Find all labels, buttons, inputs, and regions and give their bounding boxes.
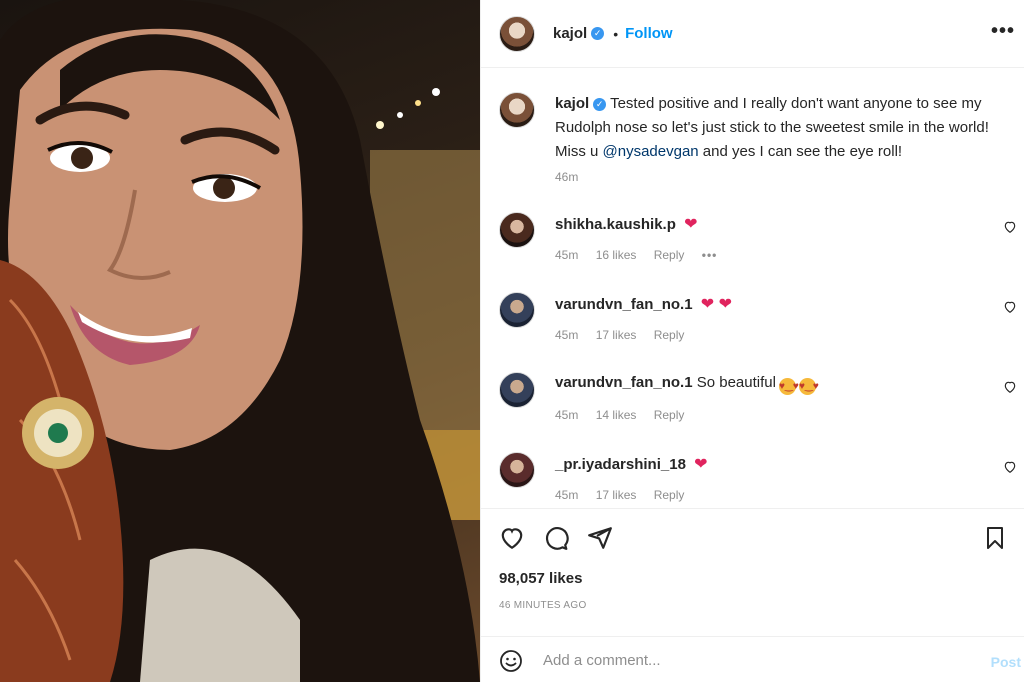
share-icon[interactable]: [587, 525, 613, 551]
post-photo[interactable]: [0, 0, 480, 682]
comment-item: shikha.kaushik.p ❤ 45m 16 likes Reply ••…: [499, 212, 1019, 282]
caption-username[interactable]: kajol: [555, 95, 589, 112]
verified-badge-icon: ✓: [593, 98, 607, 111]
comment-avatar[interactable]: [499, 372, 535, 408]
heart-emoji: ❤: [684, 216, 698, 233]
caption-mention-link[interactable]: @nysadevgan: [603, 143, 699, 160]
comment-username[interactable]: shikha.kaushik.p: [555, 216, 676, 233]
comment-likes[interactable]: 17 likes: [596, 488, 637, 502]
comment-body: So beautiful: [696, 374, 776, 391]
emoji-icon[interactable]: [499, 649, 523, 673]
comment-time: 45m: [555, 248, 579, 262]
like-icon[interactable]: [499, 525, 525, 551]
add-comment-bar: Post: [481, 636, 1024, 682]
comment-likes[interactable]: 17 likes: [596, 328, 637, 342]
separator-dot: •: [613, 25, 619, 42]
comment-meta: 45m 14 likes Reply: [555, 408, 698, 422]
post-header: kajol ✓ • Follow •••: [481, 0, 1024, 68]
comment-meta: 45m 17 likes Reply: [555, 328, 698, 342]
comment-username[interactable]: _pr.iyadarshini_18: [555, 456, 686, 473]
comment-text: shikha.kaushik.p ❤: [555, 214, 697, 234]
comment-like-icon[interactable]: [1003, 460, 1017, 474]
heart-emoji: ❤: [694, 456, 708, 473]
comment-likes[interactable]: 14 likes: [596, 408, 637, 422]
post-actions-bar: [481, 508, 1024, 568]
comment-time: 45m: [555, 328, 579, 342]
comment-like-icon[interactable]: [1003, 380, 1017, 394]
comment-more-icon[interactable]: •••: [702, 248, 718, 262]
reply-button[interactable]: Reply: [654, 488, 685, 502]
comment-avatar[interactable]: [499, 212, 535, 248]
post-timestamp: 46 MINUTES AGO: [499, 600, 587, 611]
reply-button[interactable]: Reply: [654, 408, 685, 422]
comment-meta: 45m 17 likes Reply: [555, 488, 698, 502]
comment-avatar[interactable]: [499, 452, 535, 488]
caption-timestamp: 46m: [555, 170, 579, 184]
comment-item: varundvn_fan_no.1 So beautiful ♥‿♥♥‿♥ 45m…: [499, 372, 1019, 442]
comment-time: 45m: [555, 488, 579, 502]
comment-input[interactable]: [543, 647, 963, 673]
author-avatar[interactable]: [499, 15, 535, 52]
comment-like-icon[interactable]: [1003, 220, 1017, 234]
post-caption: kajol ✓ Tested positive and I really don'…: [499, 92, 1019, 164]
reply-button[interactable]: Reply: [654, 248, 685, 262]
caption-avatar[interactable]: [499, 92, 535, 128]
verified-badge-icon: ✓: [591, 27, 605, 40]
post-detail-panel: kajol ✓ • Follow ••• kajol ✓ Tested posit…: [480, 0, 1024, 682]
reply-button[interactable]: Reply: [654, 328, 685, 342]
caption-text: kajol ✓ Tested positive and I really don'…: [555, 92, 1019, 164]
comment-icon[interactable]: [543, 525, 569, 551]
comment-likes[interactable]: 16 likes: [596, 248, 637, 262]
follow-button[interactable]: Follow: [625, 25, 673, 42]
author-username[interactable]: kajol: [553, 25, 587, 42]
likes-count[interactable]: 98,057 likes: [499, 570, 582, 587]
post-photo-illustration: [0, 0, 480, 682]
comment-username[interactable]: varundvn_fan_no.1: [555, 296, 693, 313]
comment-username[interactable]: varundvn_fan_no.1: [555, 374, 693, 391]
caption-body-end: and yes I can see the eye roll!: [698, 143, 903, 160]
post-comment-button[interactable]: Post: [991, 654, 1021, 670]
heart-emoji: ❤ ❤: [700, 296, 732, 313]
save-icon[interactable]: [983, 525, 1007, 551]
heart-eyes-emoji-icon: ♥‿♥: [778, 378, 799, 395]
heart-eyes-emoji-icon: ♥‿♥: [798, 378, 819, 395]
comment-meta: 45m 16 likes Reply •••: [555, 248, 731, 262]
comment-text: varundvn_fan_no.1 So beautiful ♥‿♥♥‿♥: [555, 374, 819, 395]
comment-avatar[interactable]: [499, 292, 535, 328]
comment-text: varundvn_fan_no.1 ❤ ❤: [555, 294, 732, 314]
comment-item: varundvn_fan_no.1 ❤ ❤ 45m 17 likes Reply: [499, 292, 1019, 362]
comment-time: 45m: [555, 408, 579, 422]
more-options-icon[interactable]: •••: [991, 20, 1015, 43]
comment-text: _pr.iyadarshini_18 ❤: [555, 454, 707, 474]
comment-like-icon[interactable]: [1003, 300, 1017, 314]
